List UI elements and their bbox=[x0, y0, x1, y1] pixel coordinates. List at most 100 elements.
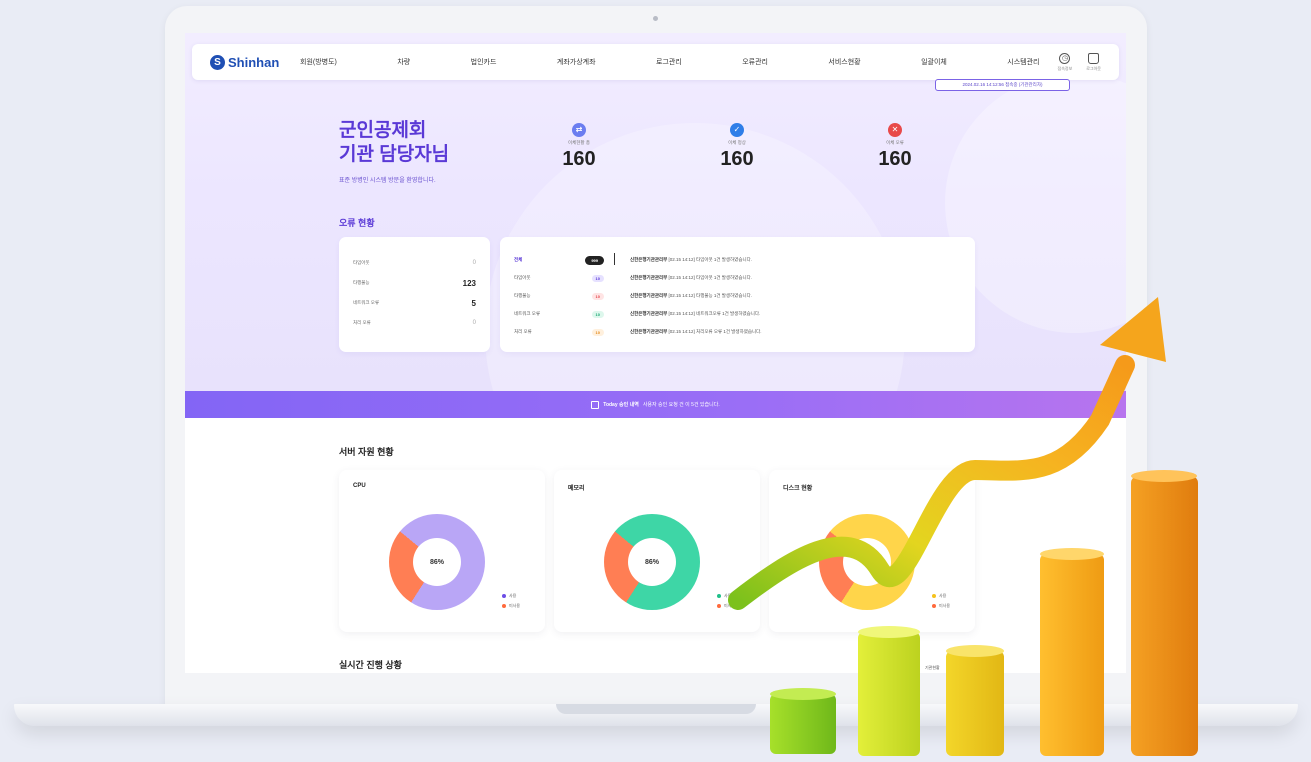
stat-value: 160 bbox=[878, 148, 912, 170]
legend-label: 미사용 bbox=[724, 603, 736, 608]
stat-value: 160 bbox=[562, 148, 596, 170]
nav-item-system[interactable]: 시스템관리 bbox=[1007, 57, 1039, 67]
category-label: 처리 오류 bbox=[514, 329, 532, 334]
nav-icon-group: ◷ 접속정보 로그아웃 bbox=[1057, 52, 1101, 72]
error-category-list: 전체 999 타임아웃 10 타행불능 10 네트워크 오류 10 처리 오류 … bbox=[514, 251, 604, 341]
nav-item-log[interactable]: 로그관리 bbox=[656, 57, 682, 67]
error-type-label: 타행불능 bbox=[353, 280, 370, 285]
chart-legend: 사용 미사용 bbox=[502, 591, 520, 611]
category-count-badge: 999 bbox=[585, 255, 604, 265]
live-status-link[interactable]: 기관현황 bbox=[925, 665, 940, 671]
close-icon: ✕ bbox=[888, 123, 902, 137]
check-icon: ✓ bbox=[730, 123, 744, 137]
error-category-process[interactable]: 처리 오류 10 bbox=[514, 323, 604, 341]
logout-button[interactable]: 로그아웃 bbox=[1086, 52, 1101, 72]
disk-donut-chart bbox=[819, 514, 915, 610]
error-count: 0 bbox=[472, 260, 476, 266]
category-label: 네트워크 오류 bbox=[514, 311, 541, 316]
brand-logo[interactable]: S Shinhan bbox=[210, 54, 288, 70]
greeting-subtitle: 표준 방병인 시스템 방문을 환영합니다. bbox=[339, 178, 436, 184]
list-item[interactable]: 신한은행기관관리부 [02.15 14:12] 네트워크오류 1건 발생하였습니… bbox=[630, 305, 960, 323]
message-text: [02.15 14:12] 네트워크오류 1건 발생하였습니다. bbox=[668, 311, 761, 316]
message-org: 신한은행기관관리부 bbox=[630, 275, 668, 280]
error-summary-row[interactable]: 처리 오류 0 bbox=[353, 313, 476, 333]
cpu-donut-chart: 86% bbox=[389, 514, 485, 610]
login-info-tooltip: 2024.02.16 14:12:56 접속중 (기관관리자) bbox=[935, 79, 1070, 91]
brand-name: Shinhan bbox=[228, 54, 280, 70]
nav-item-vehicle[interactable]: 차량 bbox=[397, 57, 410, 67]
error-category-all[interactable]: 전체 999 bbox=[514, 251, 604, 269]
error-summary-row[interactable]: 네트워크 오류 5 bbox=[353, 293, 476, 313]
divider bbox=[614, 253, 615, 265]
error-summary-row[interactable]: 타임아웃 0 bbox=[353, 253, 476, 273]
category-label: 타임아웃 bbox=[514, 275, 531, 280]
cpu-card: CPU 86% 사용 미사용 bbox=[339, 470, 545, 632]
disk-card: 디스크 현황 사용 미사용 bbox=[769, 470, 975, 632]
nav-item-corporate-card[interactable]: 법인카드 bbox=[471, 57, 497, 67]
nav-item-members[interactable]: 회원(방병도) bbox=[300, 57, 337, 67]
message-text: [02.15 14:12] 타임아웃 1건 발생하였습니다. bbox=[668, 275, 752, 280]
nav-item-bulk-transfer[interactable]: 일괄이체 bbox=[921, 57, 947, 67]
donut-center-label bbox=[843, 538, 891, 586]
list-item[interactable]: 신한은행기관관리부 [02.15 14:12] 타임아웃 1건 발생하였습니다. bbox=[630, 269, 960, 287]
legend-label: 미사용 bbox=[509, 603, 521, 608]
stat-error: ✕ 이체 오류 160 bbox=[855, 123, 935, 171]
legend-item: 미사용 bbox=[932, 601, 950, 611]
list-item[interactable]: 신한은행기관관리부 [02.15 14:12] 타행불능 1건 발생하였습니다. bbox=[630, 287, 960, 305]
error-category-network[interactable]: 네트워크 오류 10 bbox=[514, 305, 604, 323]
legend-label: 사용 bbox=[939, 593, 947, 598]
category-count-badge: 10 bbox=[591, 328, 604, 336]
greeting-org: 군인공제회 bbox=[339, 120, 427, 141]
list-item[interactable]: 신한은행기관관리부 [02.15 14:12] 처리오류 오류 1건 발생하였습… bbox=[630, 323, 960, 341]
stat-normal: ✓ 이체 정상 160 bbox=[697, 123, 777, 171]
calendar-icon bbox=[591, 400, 600, 409]
access-info-label: 접속정보 bbox=[1057, 65, 1073, 71]
laptop-screen: S Shinhan 회원(방병도) 차량 법인카드 계좌가상계좌 로그관리 오류… bbox=[185, 33, 1126, 673]
top-navbar: S Shinhan 회원(방병도) 차량 법인카드 계좌가상계좌 로그관리 오류… bbox=[192, 44, 1119, 80]
legend-item: 사용 bbox=[932, 591, 950, 601]
nav-item-virtual-account[interactable]: 계좌가상계좌 bbox=[557, 57, 596, 67]
clock-icon: ◷ bbox=[1059, 52, 1071, 64]
category-count-badge: 10 bbox=[591, 310, 604, 318]
chart-legend: 사용 미사용 bbox=[932, 591, 950, 611]
approval-banner[interactable]: Today 승인 내역 사용자 승인 요청 건 이 5건 있습니다. bbox=[185, 391, 1126, 418]
access-info-button[interactable]: ◷ 접속정보 bbox=[1057, 52, 1073, 72]
stat-total: ⇄ 이체현황 총 160 bbox=[539, 123, 619, 171]
error-count: 0 bbox=[472, 320, 476, 326]
nav-item-service-status[interactable]: 서비스현황 bbox=[828, 57, 860, 67]
error-count: 5 bbox=[471, 298, 476, 308]
legend-item: 미사용 bbox=[502, 601, 520, 611]
error-summary-row[interactable]: 타행불능 123 bbox=[353, 273, 476, 293]
memory-donut-chart: 86% bbox=[604, 514, 700, 610]
legend-dot bbox=[502, 604, 506, 608]
message-text: [02.15 14:12] 타임아웃 1건 발생하였습니다. bbox=[668, 257, 752, 262]
logout-label: 로그아웃 bbox=[1086, 65, 1101, 71]
card-title: 메모리 bbox=[568, 486, 585, 492]
error-category-unavailable[interactable]: 타행불능 10 bbox=[514, 287, 604, 305]
message-text: [02.15 14:12] 처리오류 오류 1건 발생하였습니다. bbox=[668, 329, 762, 334]
donut-center-label: 86% bbox=[413, 538, 461, 586]
message-org: 신한은행기관관리부 bbox=[630, 293, 668, 298]
legend-dot bbox=[932, 604, 936, 608]
card-title: CPU bbox=[353, 483, 366, 489]
category-label: 타행불능 bbox=[514, 293, 531, 298]
nav-item-error[interactable]: 오류관리 bbox=[742, 57, 768, 67]
banner-highlight: Today 승인 내역 bbox=[603, 402, 639, 408]
stat-label: 이체현황 총 bbox=[568, 140, 590, 145]
lock-icon bbox=[1088, 52, 1100, 64]
list-item[interactable]: 신한은행기관관리부 [02.15 14:12] 타임아웃 1건 발생하였습니다. bbox=[630, 251, 960, 269]
error-message-list: 신한은행기관관리부 [02.15 14:12] 타임아웃 1건 발생하였습니다.… bbox=[630, 251, 960, 341]
legend-label: 사용 bbox=[509, 593, 517, 598]
legend-label: 미사용 bbox=[939, 603, 951, 608]
legend-item: 미사용 bbox=[717, 601, 735, 611]
legend-label: 사용 bbox=[724, 593, 732, 598]
server-section-title: 서버 자원 현황 bbox=[339, 447, 394, 457]
error-count: 123 bbox=[462, 278, 476, 288]
error-log-card: 전체 999 타임아웃 10 타행불능 10 네트워크 오류 10 처리 오류 … bbox=[500, 237, 975, 352]
stat-label: 이체 정상 bbox=[728, 140, 746, 145]
chart-legend: 사용 미사용 bbox=[717, 591, 735, 611]
error-category-timeout[interactable]: 타임아웃 10 bbox=[514, 269, 604, 287]
message-org: 신한은행기관관리부 bbox=[630, 329, 668, 334]
category-label: 전체 bbox=[514, 257, 523, 262]
category-count-badge: 10 bbox=[591, 274, 604, 282]
